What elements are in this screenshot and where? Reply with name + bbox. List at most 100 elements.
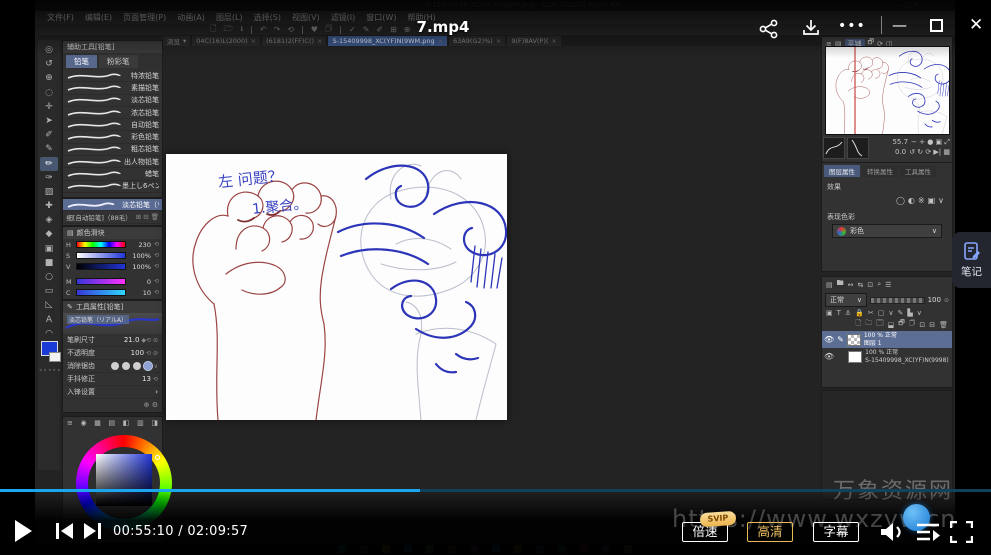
next-episode-button[interactable] — [82, 522, 102, 540]
effect-icon[interactable]: ※ — [918, 196, 928, 205]
layers-header-icon[interactable]: ☰ — [885, 281, 891, 289]
color-wheel-tabs[interactable]: ≡◉▦▤◧▥◨ — [63, 417, 162, 429]
layers-panel-header[interactable]: ▤ 🖿 ↔ ⇆⊡ ⌕ ☰ — [822, 277, 952, 292]
play-button[interactable] — [12, 518, 34, 544]
layer-command-icon[interactable]: 🗑 — [939, 321, 948, 329]
tool-icon[interactable]: ⊕ — [40, 71, 58, 85]
layer-command-icon[interactable]: ⬓ — [888, 321, 895, 329]
tool-icon[interactable]: ✚ — [40, 199, 58, 213]
maximize-button[interactable] — [930, 19, 943, 32]
background-color-swatch[interactable] — [49, 352, 61, 362]
tool-icon[interactable]: A — [40, 313, 58, 327]
magenta-slider[interactable] — [76, 278, 126, 285]
playlist-icon[interactable] — [915, 521, 941, 543]
minimize-button[interactable]: — — [892, 16, 907, 34]
brush-row[interactable]: 粗芯铅笔 — [63, 144, 162, 156]
value-slider[interactable] — [76, 263, 126, 270]
brush-size-row[interactable]: 笔刷尺寸 21.0◆⟲ ⊘ — [63, 334, 162, 347]
layers-header-icon[interactable]: ⇆ — [858, 281, 864, 289]
layer-row[interactable]: 👁 100 % 正常S-15409998_XC(YF)N(9998) — [822, 348, 952, 365]
navigator-thumbnail[interactable] — [825, 46, 950, 135]
aa-weak[interactable] — [122, 362, 130, 370]
layer-command-icon[interactable]: 🗀 — [865, 319, 872, 330]
tab-3[interactable]: 工具属性 — [900, 165, 936, 177]
tool-icon[interactable]: ✐ — [40, 128, 58, 142]
download-icon[interactable] — [800, 17, 822, 39]
expression-color-dropdown[interactable]: 彩色 ∨ — [832, 224, 942, 238]
layers-header-icon[interactable]: ⌕ — [877, 280, 881, 289]
blend-mode-dropdown[interactable]: 正常∨ — [825, 293, 867, 307]
tool-icon[interactable]: ✑ — [40, 171, 58, 185]
selected-brush-row[interactable]: 淡芯铅笔（リアルA） — [63, 199, 162, 211]
color-set-icon[interactable]: ◦◦◦◦◦ — [39, 367, 62, 374]
layer-opacity-slider[interactable] — [870, 297, 925, 304]
sv-cursor[interactable] — [155, 455, 160, 460]
layers-header-icon[interactable]: ↔ — [848, 281, 854, 289]
brush-row[interactable]: 墨上し6ペン — [63, 181, 162, 193]
stroke-in-out-row[interactable]: 入锋设置 › — [63, 386, 162, 399]
brush-row[interactable]: 自动铅笔 — [63, 119, 162, 131]
hue-slider[interactable] — [76, 241, 126, 248]
close-button[interactable]: ✕ — [969, 15, 983, 35]
layer-visible-icon[interactable]: 👁 — [824, 352, 834, 361]
tool-icon[interactable]: ▭ — [40, 284, 58, 298]
brush-row[interactable]: 彩色铅笔 — [63, 131, 162, 143]
tool-icon[interactable]: ◌ — [40, 86, 58, 100]
layer-option-icon[interactable]: T — [837, 309, 841, 317]
drawing-canvas[interactable]: 左 问题？ 1.聚合。 — [166, 154, 507, 420]
layer-option-icon[interactable]: ▢ — [878, 309, 885, 317]
layer-option-icons[interactable]: ▣T⚓🔒✂▢∨✎▙∨ — [822, 308, 952, 318]
aa-none[interactable] — [111, 362, 119, 370]
stabilization-row[interactable]: 手抖修正 13⟲ — [63, 373, 162, 386]
layer-option-icon[interactable]: 🔒 — [855, 309, 864, 317]
zoom-icons[interactable]: − + ● ▣ ⤢ — [911, 138, 950, 147]
brush-row[interactable]: 淡芯铅笔 — [63, 95, 162, 107]
tool-icon[interactable]: ○ — [40, 270, 58, 284]
layer-option-icon[interactable]: ∨ — [917, 309, 922, 317]
tool-icon[interactable]: ✎ — [40, 142, 58, 156]
brush-row[interactable]: 浓芯铅笔 — [63, 107, 162, 119]
layer-option-icon[interactable]: ▙ — [907, 309, 912, 317]
brush-row[interactable]: 素描铅笔 — [63, 82, 162, 94]
layer-visible-icon[interactable]: 👁 — [824, 335, 834, 344]
tool-icon[interactable]: ▣ — [40, 242, 58, 256]
layers-header-icon[interactable]: ⊡ — [867, 281, 873, 289]
aa-strong[interactable] — [144, 362, 152, 370]
tool-icon[interactable]: ◆ — [40, 227, 58, 241]
tool-icon[interactable]: ■ — [40, 256, 58, 270]
layer-command-icon[interactable]: 🗗 — [898, 319, 905, 330]
notes-floating-button[interactable]: 笔记 — [952, 232, 991, 288]
layer-thumbnail[interactable] — [847, 334, 861, 346]
tool-property-footer-icons[interactable]: ⊕ ⚙ — [63, 399, 162, 411]
more-menu-button[interactable]: ••• — [838, 18, 866, 34]
tool-icon[interactable]: ◺ — [40, 298, 58, 312]
brush-row[interactable]: 特浓铅笔 — [63, 70, 162, 82]
effect-icon[interactable]: ▣ — [928, 196, 939, 205]
layer-option-icon[interactable]: ✂ — [868, 309, 874, 317]
previous-episode-button[interactable] — [55, 522, 75, 540]
effect-icon[interactable]: ◯ — [896, 196, 908, 205]
layer-row-selected[interactable]: 👁 ✎ 100 % 正常图层 1 — [822, 331, 952, 348]
brush-row[interactable]: 出人物铅笔 — [63, 156, 162, 168]
layer-option-icon[interactable]: ⚓ — [845, 309, 851, 317]
layers-header-icon[interactable]: ▤ — [826, 281, 833, 289]
opacity-row[interactable]: 不透明度 100⟲ ⊘ — [63, 347, 162, 360]
progress-bar[interactable] — [0, 489, 991, 492]
effect-icon[interactable]: ∨ — [938, 196, 947, 205]
cyan-slider[interactable] — [76, 289, 126, 296]
panel-mini-icons[interactable]: ⊞ ⊟ 🗑 — [136, 213, 159, 221]
quality-button[interactable]: 高清 — [747, 522, 793, 542]
tool-icon[interactable]: ↺ — [40, 57, 58, 71]
tool-icon[interactable]: ◈ — [40, 213, 58, 227]
brush-row[interactable]: 蜡笔 — [63, 168, 162, 180]
tool-icon[interactable]: ▨ — [40, 185, 58, 199]
layers-header-icon[interactable]: 🖿 — [837, 279, 844, 290]
share-icon[interactable] — [758, 18, 780, 40]
rotate-icons[interactable]: ↺ ↻ ⟳ ▶| ▦ — [909, 148, 950, 156]
layer-command-icon[interactable]: ⊡ — [919, 321, 925, 329]
tool-icon[interactable]: ◠ — [40, 327, 58, 341]
layer-thumbnail[interactable] — [848, 351, 862, 363]
brush-row-sub[interactable]: 细[自动铅笔]（88毛） ⊞ ⊟ 🗑 — [63, 211, 162, 223]
layer-option-icon[interactable]: ▣ — [826, 309, 833, 317]
layer-option-icon[interactable]: ✎ — [898, 309, 904, 317]
